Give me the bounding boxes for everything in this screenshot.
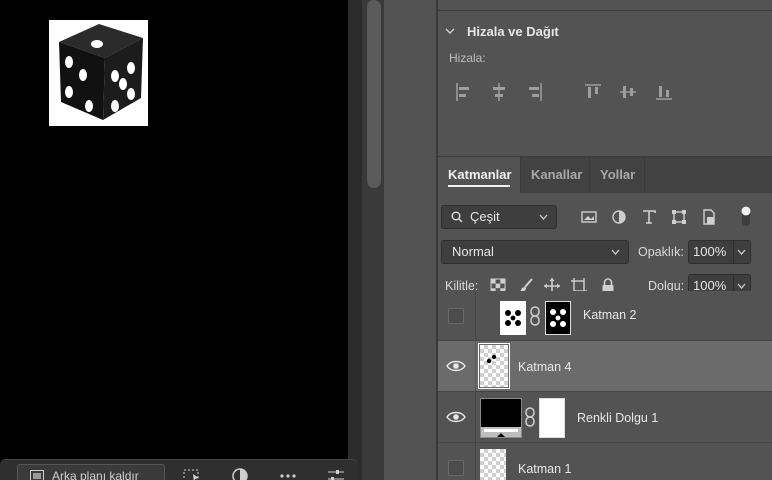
opacity-value: 100%	[693, 244, 727, 259]
contextual-task-bar: Arka planı kaldır	[0, 459, 358, 480]
filter-smart-object-icon[interactable]	[700, 208, 718, 226]
layer-row-selected[interactable]: Katman 4	[438, 341, 772, 391]
align-label: Hizala:	[449, 51, 486, 65]
panel-top-divider	[438, 10, 772, 11]
layer-thumbnail[interactable]	[500, 301, 526, 335]
remove-background-button[interactable]: Arka planı kaldır	[17, 464, 165, 480]
settings-sliders-icon[interactable]	[326, 468, 346, 480]
chevron-down-icon[interactable]	[445, 26, 455, 36]
mask-icon[interactable]	[230, 468, 250, 480]
photoshop-window: Arka planı kaldır Hizala ve Dağıt Hizala…	[0, 0, 772, 480]
filter-shape-layers-icon[interactable]	[670, 208, 688, 226]
filter-pixel-layers-icon[interactable]	[580, 208, 598, 226]
select-subject-icon[interactable]	[182, 468, 202, 480]
canvas-edge	[348, 0, 362, 480]
eye-icon[interactable]	[446, 360, 466, 372]
layer-filter-select[interactable]: Çeşit	[441, 205, 557, 229]
vertical-scrollbar-thumb[interactable]	[367, 0, 381, 188]
eye-icon[interactable]	[446, 411, 466, 423]
layer-name[interactable]: Renkli Dolgu 1	[577, 411, 658, 425]
layer-filter-value: Çeşit	[470, 209, 500, 224]
tab-paths[interactable]: Yollar	[590, 157, 644, 193]
chevron-down-icon	[539, 214, 548, 220]
blend-mode-select[interactable]: Normal	[441, 240, 629, 264]
visibility-column-divider	[475, 443, 476, 480]
more-icon[interactable]	[278, 468, 298, 480]
dice-image[interactable]	[49, 20, 148, 126]
chevron-down-icon	[737, 283, 746, 289]
link-chain-icon[interactable]	[529, 306, 541, 326]
remove-bg-icon	[30, 470, 44, 480]
visibility-column-divider	[475, 392, 476, 442]
link-chain-icon[interactable]	[524, 407, 536, 427]
layer-mask-thumbnail[interactable]	[539, 398, 565, 438]
align-panel-title[interactable]: Hizala ve Dağıt	[467, 24, 559, 39]
tab-channels[interactable]: Kanallar	[521, 157, 589, 193]
visibility-column-divider	[475, 291, 476, 341]
layer-name[interactable]: Katman 2	[583, 308, 637, 322]
chevron-down-icon	[611, 249, 620, 255]
layer-row[interactable]: Renkli Dolgu 1	[438, 392, 772, 442]
search-icon	[451, 211, 463, 223]
filter-type-layers-icon[interactable]	[640, 208, 658, 226]
tab-layers[interactable]: Katmanlar	[438, 157, 520, 193]
layer-name[interactable]: Katman 4	[518, 360, 572, 374]
align-bottom-icon[interactable]	[655, 82, 673, 102]
layer-mask-thumbnail[interactable]	[545, 301, 571, 335]
filter-adjustment-layers-icon[interactable]	[610, 208, 628, 226]
opacity-field[interactable]: 100%	[688, 240, 751, 264]
blend-mode-value: Normal	[452, 244, 494, 259]
layer-row[interactable]: Katman 2	[438, 291, 772, 341]
visibility-toggle-off[interactable]	[448, 460, 464, 476]
filter-toggle-icon[interactable]	[738, 204, 754, 228]
align-horizontal-center-icon[interactable]	[490, 82, 508, 102]
layers-tab-bar: Katmanlar Kanallar Yollar	[438, 157, 772, 193]
layer-thumbnail[interactable]	[478, 343, 510, 389]
visibility-column-divider	[475, 341, 476, 391]
visibility-toggle-off[interactable]	[448, 308, 464, 324]
layer-row[interactable]: Katman 1	[438, 443, 772, 480]
align-right-icon[interactable]	[525, 82, 543, 102]
layer-thumbnail[interactable]	[480, 449, 506, 480]
align-left-icon[interactable]	[455, 82, 473, 102]
tab-divider	[644, 157, 645, 193]
document-canvas[interactable]	[0, 0, 348, 480]
remove-background-label: Arka planı kaldır	[52, 469, 139, 480]
layer-name[interactable]: Katman 1	[518, 462, 572, 476]
chevron-down-icon	[737, 249, 746, 255]
align-vertical-center-icon[interactable]	[619, 82, 637, 102]
align-top-icon[interactable]	[584, 82, 602, 102]
fill-layer-thumbnail[interactable]	[480, 398, 522, 438]
opacity-label: Opaklık:	[638, 245, 684, 259]
panel-gap	[384, 0, 436, 480]
